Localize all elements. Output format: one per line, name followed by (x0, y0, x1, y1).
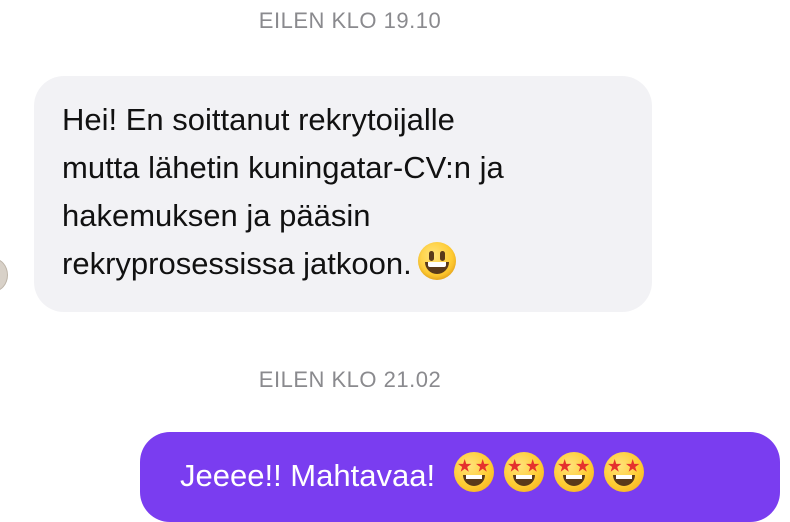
outgoing-message-bubble[interactable]: Jeeee!! Mahtavaa! (140, 432, 780, 522)
message-text-line: rekryprosessissa jatkoon. (62, 240, 628, 288)
message-timestamp: EILEN KLO 21.02 (258, 367, 442, 392)
star-struck-emoji-icon (453, 452, 494, 492)
chat-conversation: EILEN KLO 19.10 Hei! En soittanut rekryt… (0, 0, 790, 522)
star-struck-emoji-icon (603, 452, 644, 492)
grinning-face-emoji-icon (417, 242, 456, 280)
message-text-line: mutta lähetin kuningatar-CV:n ja (62, 150, 504, 185)
message-text: rekryprosessissa jatkoon. (62, 246, 412, 281)
star-struck-emoji-icon (553, 452, 594, 492)
star-struck-emoji-icon (503, 452, 544, 492)
message-text-line: hakemuksen ja pääsin (62, 198, 371, 233)
message-timestamp: EILEN KLO 19.10 (258, 8, 442, 33)
contact-avatar[interactable] (0, 258, 8, 292)
message-text: Jeeee!! Mahtavaa! (180, 458, 436, 493)
message-text-line: Hei! En soittanut rekrytoijalle (62, 102, 455, 137)
incoming-message-bubble[interactable]: Hei! En soittanut rekrytoijalle mutta lä… (34, 76, 652, 312)
